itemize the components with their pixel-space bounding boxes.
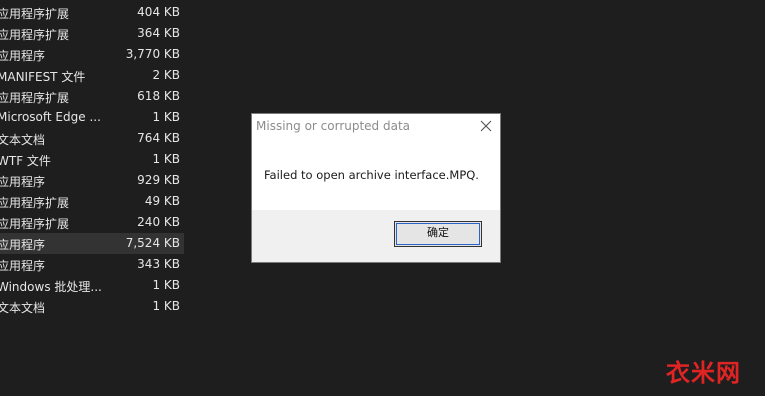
file-size: 3,770 KB bbox=[125, 47, 180, 61]
file-row[interactable]: Microsoft Edge ... 1 KB bbox=[0, 107, 184, 128]
file-type: 应用程序 bbox=[0, 49, 46, 63]
file-size: 7,524 KB bbox=[125, 236, 180, 250]
file-row[interactable]: 应用程序 3,770 KB bbox=[0, 44, 184, 65]
file-list: 应用程序扩展 404 KB 应用程序扩展 364 KB 应用程序 3,770 KB M… bbox=[0, 2, 184, 317]
file-size: 364 KB bbox=[137, 26, 180, 40]
file-row[interactable]: 应用程序扩展 404 KB bbox=[0, 2, 184, 23]
file-size: 343 KB bbox=[137, 257, 180, 271]
file-type: 文本文档 bbox=[0, 133, 46, 147]
file-type: 文本文档 bbox=[0, 301, 46, 315]
file-type: 应用程序扩展 bbox=[0, 7, 70, 21]
file-row[interactable]: 文本文档 764 KB bbox=[0, 128, 184, 149]
file-row-selected[interactable]: 应用程序 7,524 KB bbox=[0, 233, 184, 254]
file-row[interactable]: 应用程序扩展 364 KB bbox=[0, 23, 184, 44]
file-type: 应用程序 bbox=[0, 175, 46, 189]
file-size: 240 KB bbox=[137, 215, 180, 229]
file-row[interactable]: Windows 批处理... 1 KB bbox=[0, 275, 184, 296]
ok-button-label: 确定 bbox=[427, 226, 449, 239]
file-row[interactable]: 文本文档 1 KB bbox=[0, 296, 184, 317]
file-type: 应用程序扩展 bbox=[0, 217, 70, 231]
file-size: 929 KB bbox=[137, 173, 180, 187]
file-size: 1 KB bbox=[152, 299, 180, 313]
file-type: WTF 文件 bbox=[0, 154, 51, 168]
file-size: 764 KB bbox=[137, 131, 180, 145]
dialog-footer: 确定 bbox=[252, 210, 500, 262]
file-size: 49 KB bbox=[144, 194, 180, 208]
file-type: Microsoft Edge ... bbox=[0, 110, 101, 124]
file-type: Windows 批处理... bbox=[0, 280, 102, 294]
file-row[interactable]: 应用程序 343 KB bbox=[0, 254, 184, 275]
file-size: 404 KB bbox=[137, 5, 180, 19]
dialog-titlebar[interactable]: Missing or corrupted data bbox=[252, 114, 500, 140]
file-row[interactable]: 应用程序扩展 49 KB bbox=[0, 191, 184, 212]
file-size: 1 KB bbox=[152, 152, 180, 166]
file-type: 应用程序扩展 bbox=[0, 28, 70, 42]
file-type: 应用程序扩展 bbox=[0, 196, 70, 210]
file-size: 1 KB bbox=[152, 110, 180, 124]
file-type: 应用程序扩展 bbox=[0, 91, 70, 105]
dialog-title: Missing or corrupted data bbox=[256, 119, 411, 133]
file-row[interactable]: 应用程序 929 KB bbox=[0, 170, 184, 191]
file-type: MANIFEST 文件 bbox=[0, 70, 86, 84]
file-size: 2 KB bbox=[152, 68, 180, 82]
dialog-message: Failed to open archive interface.MPQ. bbox=[264, 168, 479, 182]
file-row[interactable]: 应用程序扩展 618 KB bbox=[0, 86, 184, 107]
close-icon[interactable] bbox=[478, 118, 494, 134]
error-dialog: Missing or corrupted data Failed to open… bbox=[251, 113, 501, 263]
file-size: 1 KB bbox=[152, 278, 180, 292]
watermark-logo: 衣米网 bbox=[666, 359, 741, 387]
file-row[interactable]: MANIFEST 文件 2 KB bbox=[0, 65, 184, 86]
file-type: 应用程序 bbox=[0, 259, 46, 273]
ok-button[interactable]: 确定 bbox=[394, 221, 482, 247]
file-row[interactable]: 应用程序扩展 240 KB bbox=[0, 212, 184, 233]
file-type: 应用程序 bbox=[0, 238, 46, 252]
file-row[interactable]: WTF 文件 1 KB bbox=[0, 149, 184, 170]
file-size: 618 KB bbox=[137, 89, 180, 103]
